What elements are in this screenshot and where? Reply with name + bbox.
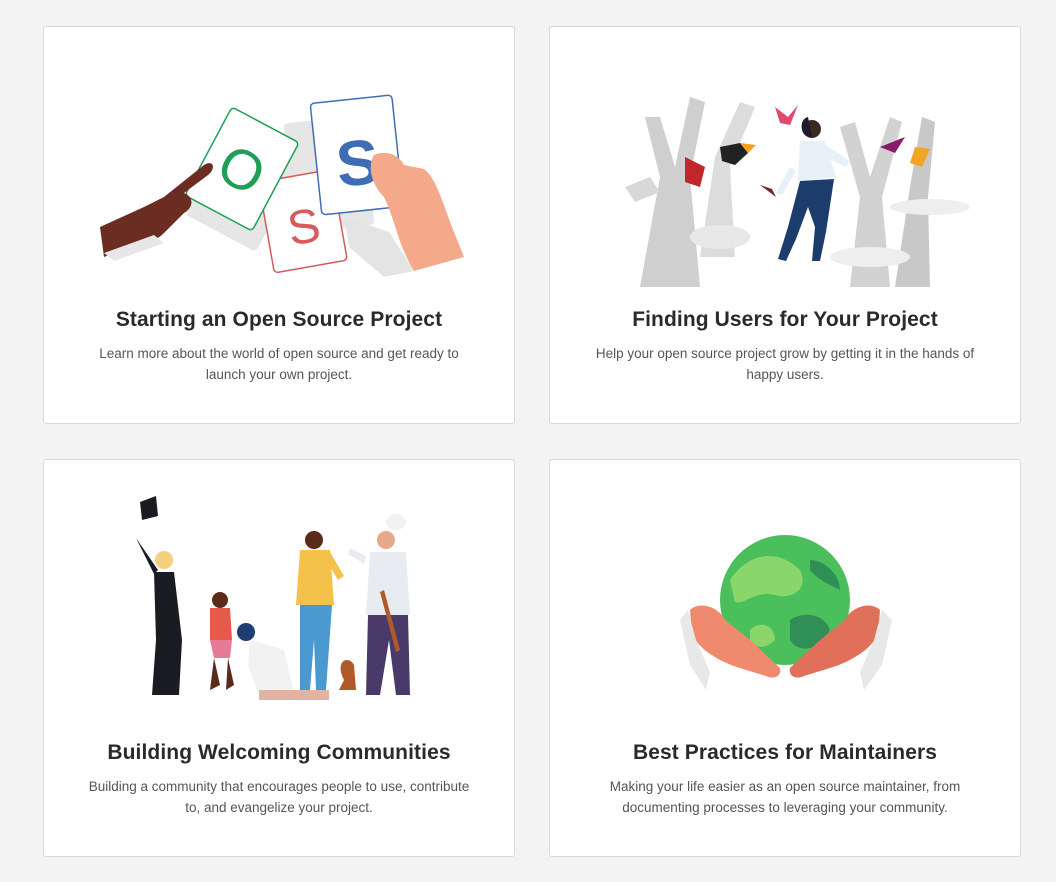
hands-globe-illustration <box>680 535 892 690</box>
guide-card-starting[interactable]: S O S Starting an Open Source Project Le… <box>43 26 515 424</box>
card-description: Help your open source project grow by ge… <box>595 346 975 382</box>
card-description: Making your life easier as an open sourc… <box>609 779 961 815</box>
cards-hands-illustration: S O S <box>100 94 464 277</box>
card-title[interactable]: Best Practices for Maintainers <box>550 741 1020 765</box>
guides-grid: S O S Starting an Open Source Project Le… <box>0 0 1056 882</box>
card-title[interactable]: Building Welcoming Communities <box>44 741 514 765</box>
guide-card-finding-users[interactable]: Finding Users for Your Project Help your… <box>549 26 1021 424</box>
forest-birds-illustration <box>625 97 970 287</box>
card-description: Learn more about the world of open sourc… <box>99 346 459 382</box>
guide-card-communities[interactable]: Building Welcoming Communities Building … <box>43 459 515 857</box>
community-people-illustration <box>136 496 410 700</box>
card-description: Building a community that encourages peo… <box>88 779 470 815</box>
card-title[interactable]: Starting an Open Source Project <box>44 308 514 332</box>
card-title[interactable]: Finding Users for Your Project <box>550 308 1020 332</box>
guide-card-maintainers[interactable]: Best Practices for Maintainers Making yo… <box>549 459 1021 857</box>
